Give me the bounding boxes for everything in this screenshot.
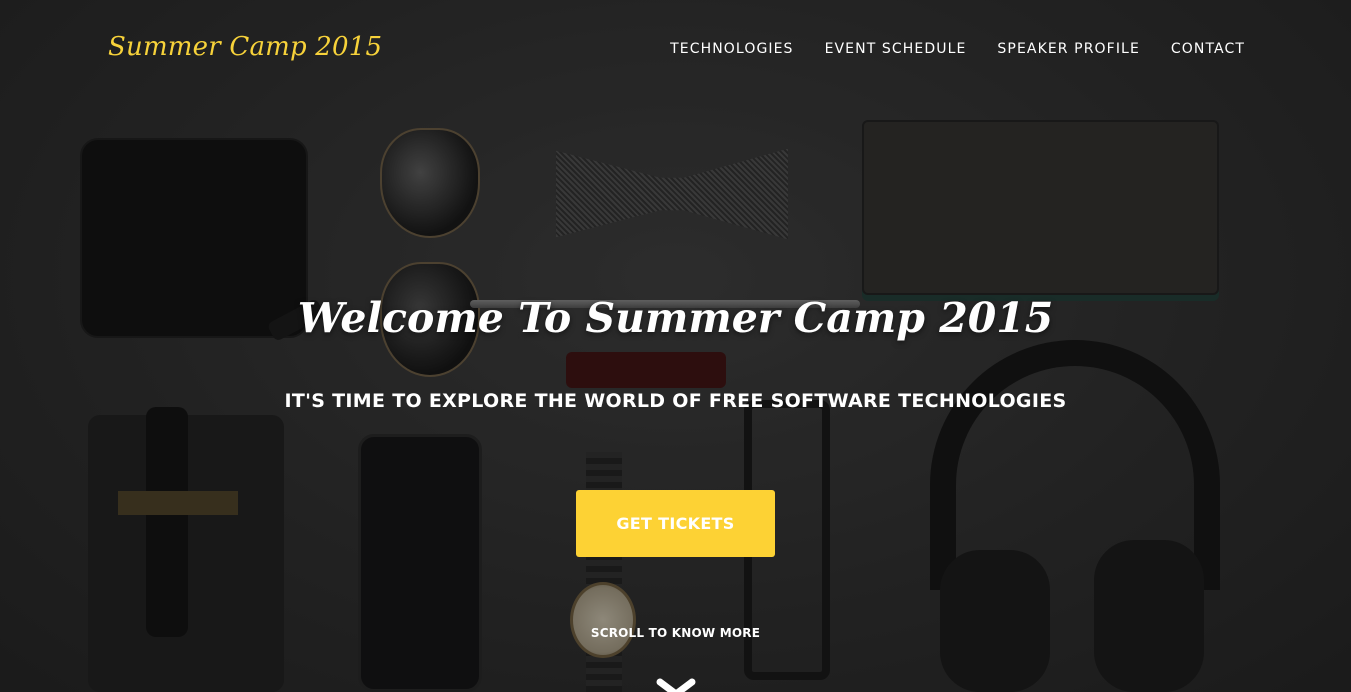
nav-item-technologies[interactable]: TECHNOLOGIES [670,41,793,57]
scroll-hint-text: SCROLL TO KNOW MORE [590,626,761,640]
hero-subtitle: IT'S TIME TO EXPLORE THE WORLD OF FREE S… [284,390,1067,412]
site-logo[interactable]: Summer Camp 2015 [108,32,382,62]
chevron-down-icon[interactable] [655,676,697,692]
hero-overlay [0,0,1351,692]
nav-menu: TECHNOLOGIES EVENT SCHEDULE SPEAKER PROF… [670,41,1245,57]
hero-title: Welcome To Summer Camp 2015 [297,294,1054,342]
nav-item-contact[interactable]: CONTACT [1171,41,1245,57]
get-tickets-button[interactable]: GET TICKETS [576,490,775,557]
nav-item-event-schedule[interactable]: EVENT SCHEDULE [825,41,967,57]
navbar: Summer Camp 2015 TECHNOLOGIES EVENT SCHE… [0,0,1351,100]
nav-item-speaker-profile[interactable]: SPEAKER PROFILE [997,41,1139,57]
